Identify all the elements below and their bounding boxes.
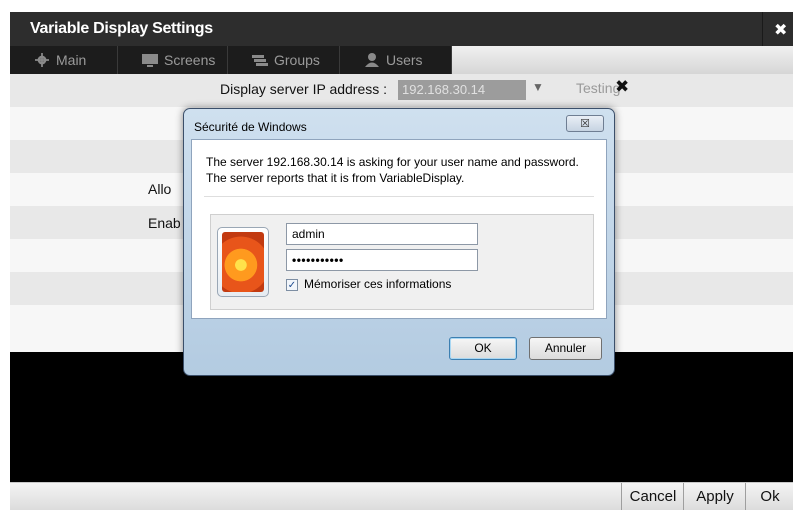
tab-bar-filler	[452, 46, 793, 75]
app-title: Variable Display Settings	[30, 20, 213, 37]
monitor-icon	[142, 54, 158, 67]
cancel-button[interactable]: Cancel	[621, 483, 684, 510]
dialog-divider	[204, 196, 594, 197]
close-icon[interactable]: ✖	[774, 20, 787, 40]
enable-label: Enab	[148, 215, 181, 231]
row-server-ip: Display server IP address : 192.168.30.1…	[10, 74, 793, 107]
clear-icon[interactable]: ✖	[615, 77, 629, 97]
remember-label[interactable]: Mémoriser ces informations	[304, 277, 451, 291]
server-ip-label: Display server IP address :	[220, 81, 388, 97]
username-field[interactable]: admin	[286, 223, 478, 245]
flower-avatar-icon	[222, 232, 264, 292]
user-icon	[365, 53, 379, 67]
title-bar: Variable Display Settings ✖	[10, 12, 793, 46]
tab-groups[interactable]: Groups	[228, 46, 340, 74]
credential-tile: admin ••••••••••• ✓ Mémoriser ces inform…	[210, 214, 594, 310]
chevron-down-icon[interactable]: ▼	[532, 80, 544, 94]
dialog-ok-button[interactable]: OK	[449, 337, 517, 360]
server-ip-input[interactable]: 192.168.30.14	[398, 80, 526, 100]
tab-main-label: Main	[56, 52, 87, 68]
footer-bar: Cancel Apply Ok	[10, 482, 793, 510]
dialog-title: Sécurité de Windows	[194, 120, 307, 134]
stack-icon	[252, 55, 268, 66]
dialog-message: The server 192.168.30.14 is asking for y…	[206, 155, 579, 185]
ok-button[interactable]: Ok	[745, 483, 793, 510]
tab-users-label: Users	[386, 52, 423, 68]
tab-users[interactable]: Users	[340, 46, 452, 74]
tab-screens-label: Screens	[164, 52, 216, 68]
gear-icon	[35, 53, 49, 67]
dialog-cancel-button[interactable]: Annuler	[529, 337, 602, 360]
tab-bar: Main Screens Groups Users	[10, 46, 793, 75]
credentials-dialog: Sécurité de Windows ☒ The server 192.168…	[183, 108, 615, 376]
allow-label: Allo	[148, 181, 172, 197]
avatar	[217, 227, 269, 297]
dialog-body: The server 192.168.30.14 is asking for y…	[191, 139, 607, 319]
tab-screens[interactable]: Screens	[118, 46, 228, 74]
testing-label[interactable]: Testing	[576, 80, 620, 96]
tab-main[interactable]: Main	[10, 46, 118, 74]
apply-button[interactable]: Apply	[683, 483, 746, 510]
password-field[interactable]: •••••••••••	[286, 249, 478, 271]
title-divider	[762, 12, 763, 46]
remember-checkbox[interactable]: ✓	[286, 279, 298, 291]
dialog-close-button[interactable]: ☒	[566, 115, 604, 132]
tab-groups-label: Groups	[274, 52, 320, 68]
